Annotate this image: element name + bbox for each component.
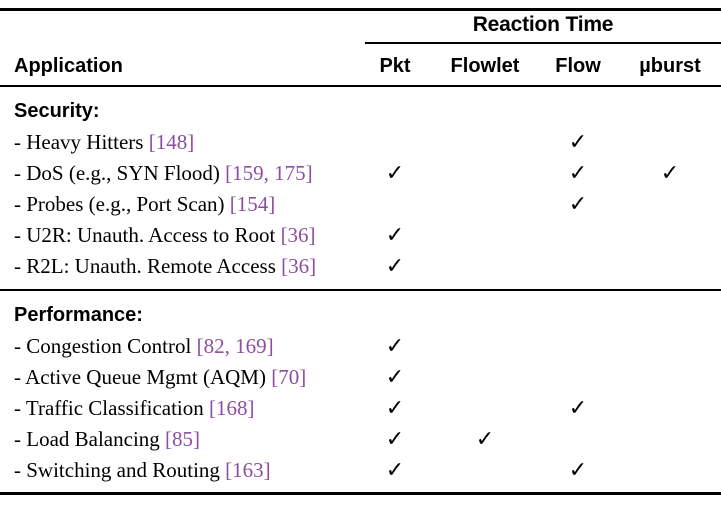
- row-label: - Active Queue Mgmt (AQM) [70]: [14, 362, 306, 393]
- row-label: - U2R: Unauth. Access to Root [36]: [14, 220, 316, 251]
- checkmark-icon-flowlet: ✓: [475, 427, 495, 452]
- row-label: - R2L: Unauth. Remote Access [36]: [14, 251, 316, 282]
- table-row: - Heavy Hitters [148] ✓: [0, 127, 721, 158]
- citation-reference[interactable]: [148]: [149, 130, 195, 154]
- section-title: Performance:: [14, 304, 143, 326]
- application-name: - Active Queue Mgmt (AQM): [14, 365, 272, 389]
- table-row: - U2R: Unauth. Access to Root [36] ✓: [0, 220, 721, 251]
- checkmark-icon-pkt: ✓: [385, 334, 405, 359]
- row-label: - DoS (e.g., SYN Flood) [159, 175]: [14, 158, 313, 189]
- column-header-flow: Flow: [555, 55, 601, 77]
- row-label: - Heavy Hitters [148]: [14, 127, 194, 158]
- citation-reference[interactable]: [159, 175]: [225, 161, 313, 185]
- section-title-row: Security:: [0, 96, 721, 127]
- table-row: - DoS (e.g., SYN Flood) [159, 175] ✓ ✓ ✓: [0, 158, 721, 189]
- table-row: - Load Balancing [85] ✓ ✓: [0, 424, 721, 455]
- checkmark-icon-pkt: ✓: [385, 396, 405, 421]
- column-header-pkt: Pkt: [379, 55, 411, 77]
- checkmark-icon-pkt: ✓: [385, 223, 405, 248]
- group-header-reaction-time: Reaction Time: [472, 13, 614, 36]
- group-header-rule: [365, 42, 721, 44]
- row-label: - Congestion Control [82, 169]: [14, 331, 274, 362]
- application-name: - DoS (e.g., SYN Flood): [14, 161, 226, 185]
- checkmark-icon-pkt: ✓: [385, 365, 405, 390]
- table-row: - R2L: Unauth. Remote Access [36] ✓: [0, 251, 721, 282]
- table-top-rule: [0, 8, 721, 11]
- citation-reference[interactable]: [154]: [230, 192, 276, 216]
- application-name: - Heavy Hitters: [14, 130, 149, 154]
- column-header-flowlet: Flowlet: [450, 55, 520, 77]
- checkmark-icon-flow: ✓: [568, 458, 588, 483]
- row-label: - Switching and Routing [163]: [14, 455, 271, 486]
- application-name: - U2R: Unauth. Access to Root: [14, 223, 281, 247]
- table-bottom-rule: [0, 492, 721, 495]
- section-title-row: Performance:: [0, 300, 721, 331]
- section-separator-rule: [0, 289, 721, 291]
- checkmark-icon-uburst: ✓: [660, 161, 680, 186]
- checkmark-icon-flow: ✓: [568, 396, 588, 421]
- application-name: - Probes (e.g., Port Scan): [14, 192, 230, 216]
- table-row: - Congestion Control [82, 169] ✓: [0, 331, 721, 362]
- table-row: - Traffic Classification [168] ✓ ✓: [0, 393, 721, 424]
- citation-reference[interactable]: [82, 169]: [197, 334, 274, 358]
- section-title: Security:: [14, 100, 100, 122]
- checkmark-icon-flow: ✓: [568, 161, 588, 186]
- table-row: - Switching and Routing [163] ✓ ✓: [0, 455, 721, 486]
- checkmark-icon-flow: ✓: [568, 192, 588, 217]
- application-name: - R2L: Unauth. Remote Access: [14, 254, 282, 278]
- checkmark-icon-pkt: ✓: [385, 161, 405, 186]
- citation-reference[interactable]: [36]: [281, 223, 316, 247]
- citation-reference[interactable]: [36]: [281, 254, 316, 278]
- citation-reference[interactable]: [70]: [271, 365, 306, 389]
- row-label: - Traffic Classification [168]: [14, 393, 255, 424]
- application-name: - Load Balancing: [14, 427, 166, 451]
- checkmark-icon-flow: ✓: [568, 130, 588, 155]
- column-header-row: Application Pkt Flowlet Flow µburst: [0, 55, 721, 85]
- checkmark-icon-pkt: ✓: [385, 458, 405, 483]
- row-label: - Load Balancing [85]: [14, 424, 200, 455]
- header-separator-rule: [0, 85, 721, 87]
- citation-reference[interactable]: [163]: [225, 458, 271, 482]
- citation-reference[interactable]: [168]: [209, 396, 255, 420]
- table-row: - Probes (e.g., Port Scan) [154] ✓: [0, 189, 721, 220]
- reaction-time-table: Reaction Time Application Pkt Flowlet Fl…: [0, 0, 721, 506]
- table-row: - Active Queue Mgmt (AQM) [70] ✓: [0, 362, 721, 393]
- citation-reference[interactable]: [85]: [165, 427, 200, 451]
- column-header-uburst: µburst: [639, 55, 701, 77]
- row-label: - Probes (e.g., Port Scan) [154]: [14, 189, 275, 220]
- application-name: - Congestion Control: [14, 334, 197, 358]
- application-name: - Traffic Classification: [14, 396, 210, 420]
- column-header-application: Application: [14, 55, 123, 77]
- application-name: - Switching and Routing: [14, 458, 226, 482]
- checkmark-icon-pkt: ✓: [385, 427, 405, 452]
- checkmark-icon-pkt: ✓: [385, 254, 405, 279]
